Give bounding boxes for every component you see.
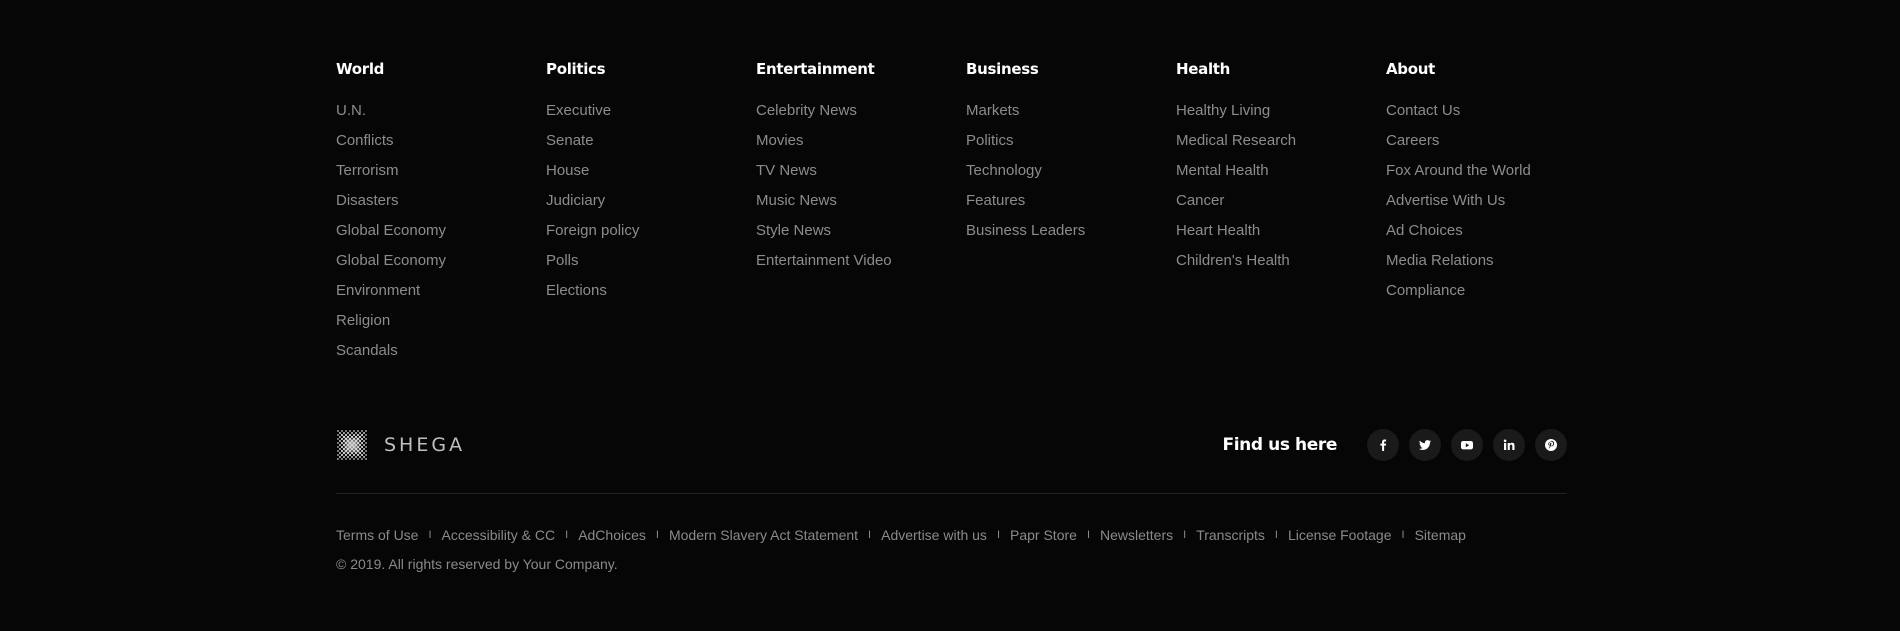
column-heading: Business xyxy=(966,60,1039,78)
footer-link[interactable]: Disasters xyxy=(336,186,536,216)
link-separator: I xyxy=(1183,529,1187,541)
footer-link[interactable]: Senate xyxy=(546,126,746,156)
footer-link[interactable]: Features xyxy=(966,186,1166,216)
brand-name: SHEGA xyxy=(384,434,466,456)
footer-link[interactable]: Polls xyxy=(546,246,746,276)
footer-link[interactable]: Mental Health xyxy=(1176,156,1376,186)
column-heading: World xyxy=(336,60,385,78)
link-separator: I xyxy=(428,529,432,541)
youtube-button[interactable] xyxy=(1451,429,1483,461)
footer-link[interactable]: Healthy Living xyxy=(1176,96,1376,126)
footer-column-business: Business Markets Politics Technology Fea… xyxy=(966,59,1166,246)
footer-link[interactable]: Fox Around the World xyxy=(1386,156,1586,186)
diamond-dot-logo-icon xyxy=(337,430,367,460)
footer-column-entertainment: Entertainment Celebrity News Movies TV N… xyxy=(756,59,956,276)
footer-link[interactable]: Heart Health xyxy=(1176,216,1376,246)
footer-column-about: About Contact Us Careers Fox Around the … xyxy=(1386,59,1586,306)
footer-link[interactable]: Scandals xyxy=(336,336,536,366)
pinterest-button[interactable] xyxy=(1535,429,1567,461)
footer-link[interactable]: Style News xyxy=(756,216,956,246)
legal-link-sitemap[interactable]: Sitemap xyxy=(1415,527,1466,543)
social-links: Find us here xyxy=(1222,428,1567,462)
brand-social-row: SHEGA Find us here xyxy=(336,414,1567,476)
brand-logo[interactable]: SHEGA xyxy=(324,417,465,473)
legal-link-store[interactable]: Papr Store xyxy=(1010,527,1077,543)
footer-link[interactable]: Terrorism xyxy=(336,156,536,186)
legal-link-advertise[interactable]: Advertise with us xyxy=(881,527,987,543)
link-separator: I xyxy=(1086,529,1090,541)
link-separator: I xyxy=(1274,529,1278,541)
footer-link[interactable]: U.N. xyxy=(336,96,536,126)
link-separator: I xyxy=(655,529,659,541)
footer-link[interactable]: Contact Us xyxy=(1386,96,1586,126)
column-link-list: Healthy Living Medical Research Mental H… xyxy=(1176,96,1376,276)
copyright-notice: © 2019. All rights reserved by Your Comp… xyxy=(336,556,618,572)
footer-link-columns: World U.N. Conflicts Terrorism Disasters… xyxy=(336,59,1567,379)
legal-link-transcripts[interactable]: Transcripts xyxy=(1196,527,1265,543)
column-link-list: Celebrity News Movies TV News Music News… xyxy=(756,96,956,276)
footer-column-health: Health Healthy Living Medical Research M… xyxy=(1176,59,1376,276)
footer-link[interactable]: Compliance xyxy=(1386,276,1586,306)
footer-link[interactable]: Global Economy xyxy=(336,216,536,246)
column-link-list: U.N. Conflicts Terrorism Disasters Globa… xyxy=(336,96,536,366)
footer-link[interactable]: Religion xyxy=(336,306,536,336)
column-link-list: Contact Us Careers Fox Around the World … xyxy=(1386,96,1586,306)
footer-link[interactable]: Entertainment Video xyxy=(756,246,956,276)
legal-link-modern-slavery[interactable]: Modern Slavery Act Statement xyxy=(669,527,858,543)
facebook-button[interactable] xyxy=(1367,429,1399,461)
footer-link[interactable]: Medical Research xyxy=(1176,126,1376,156)
twitter-icon xyxy=(1419,440,1431,450)
find-us-label: Find us here xyxy=(1222,435,1337,455)
footer-link[interactable]: Business Leaders xyxy=(966,216,1166,246)
column-heading: About xyxy=(1386,60,1436,78)
footer-link[interactable]: Media Relations xyxy=(1386,246,1586,276)
legal-links: Terms of Use I Accessibility & CC I AdCh… xyxy=(336,524,1466,546)
link-separator: I xyxy=(996,529,1000,541)
footer-link[interactable]: Executive xyxy=(546,96,746,126)
footer-link[interactable]: Foreign policy xyxy=(546,216,746,246)
site-footer: World U.N. Conflicts Terrorism Disasters… xyxy=(336,0,1567,631)
link-separator: I xyxy=(868,529,872,541)
linkedin-icon xyxy=(1503,439,1515,450)
footer-link[interactable]: House xyxy=(546,156,746,186)
footer-link[interactable]: Markets xyxy=(966,96,1166,126)
linkedin-button[interactable] xyxy=(1493,429,1525,461)
pinterest-icon xyxy=(1545,439,1557,451)
footer-link[interactable]: Judiciary xyxy=(546,186,746,216)
footer-link[interactable]: Advertise With Us xyxy=(1386,186,1586,216)
footer-link[interactable]: Movies xyxy=(756,126,956,156)
column-link-list: Executive Senate House Judiciary Foreign… xyxy=(546,96,746,306)
footer-column-world: World U.N. Conflicts Terrorism Disasters… xyxy=(336,59,536,366)
footer-link[interactable]: Politics xyxy=(966,126,1166,156)
footer-link[interactable]: Celebrity News xyxy=(756,96,956,126)
footer-divider xyxy=(336,493,1567,494)
youtube-icon xyxy=(1461,441,1473,450)
link-separator: I xyxy=(1401,529,1405,541)
footer-column-politics: Politics Executive Senate House Judiciar… xyxy=(546,59,746,306)
legal-link-adchoices[interactable]: AdChoices xyxy=(578,527,646,543)
footer-link[interactable]: Ad Choices xyxy=(1386,216,1586,246)
footer-link[interactable]: TV News xyxy=(756,156,956,186)
legal-link-newsletters[interactable]: Newsletters xyxy=(1100,527,1173,543)
twitter-button[interactable] xyxy=(1409,429,1441,461)
footer-link[interactable]: Music News xyxy=(756,186,956,216)
footer-link[interactable]: Careers xyxy=(1386,126,1586,156)
footer-link[interactable]: Environment xyxy=(336,276,536,306)
column-heading: Entertainment xyxy=(756,60,875,78)
column-heading: Politics xyxy=(546,60,606,78)
footer-link[interactable]: Technology xyxy=(966,156,1166,186)
legal-link-accessibility[interactable]: Accessibility & CC xyxy=(442,527,556,543)
footer-link[interactable]: Elections xyxy=(546,276,746,306)
column-heading: Health xyxy=(1176,60,1231,78)
footer-link[interactable]: Cancer xyxy=(1176,186,1376,216)
footer-link[interactable]: Global Economy xyxy=(336,246,536,276)
facebook-icon xyxy=(1380,439,1387,451)
legal-link-terms[interactable]: Terms of Use xyxy=(336,527,418,543)
legal-link-license-footage[interactable]: License Footage xyxy=(1288,527,1392,543)
column-link-list: Markets Politics Technology Features Bus… xyxy=(966,96,1166,246)
footer-link[interactable]: Conflicts xyxy=(336,126,536,156)
link-separator: I xyxy=(565,529,569,541)
footer-link[interactable]: Children's Health xyxy=(1176,246,1376,276)
